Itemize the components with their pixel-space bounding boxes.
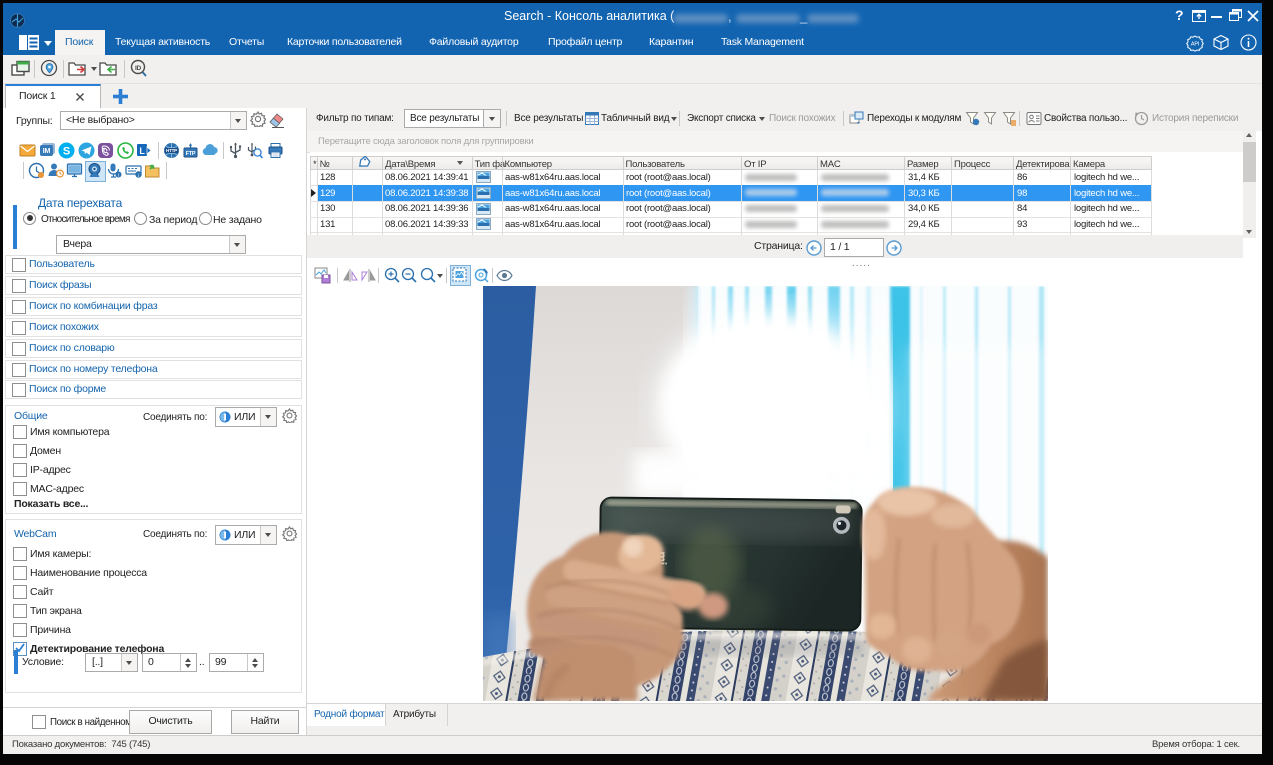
- svg-text:HTTP: HTTP: [166, 148, 177, 153]
- svg-text:S: S: [63, 146, 70, 158]
- svg-text:ID: ID: [135, 65, 142, 72]
- svg-text:FTP: FTP: [186, 151, 196, 157]
- svg-text:IM: IM: [43, 148, 51, 155]
- svg-text:L: L: [139, 146, 145, 156]
- svg-text:API: API: [1191, 42, 1200, 48]
